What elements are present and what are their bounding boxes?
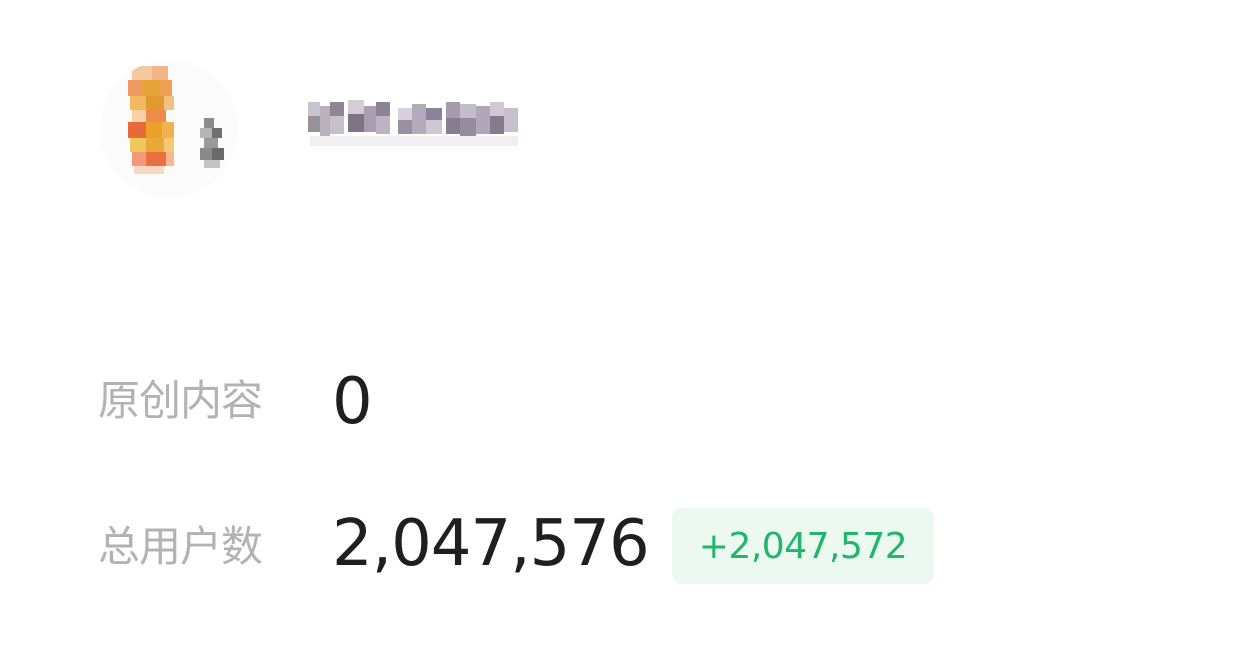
total-users-delta-badge: +2,047,572 [672,508,934,584]
account-name-blurred[interactable] [306,96,522,152]
account-stats-card: 原创内容 0 总用户数 2,047,576 +2,047,572 [0,0,1234,660]
pixelated-avatar-icon [100,60,238,198]
original-content-label: 原创内容 [98,376,263,425]
original-content-value: 0 [332,365,373,439]
blurred-name-graphic [306,96,522,152]
total-users-label: 总用户数 [98,522,263,571]
avatar[interactable] [100,60,238,198]
total-users-value: 2,047,576 [332,507,650,581]
